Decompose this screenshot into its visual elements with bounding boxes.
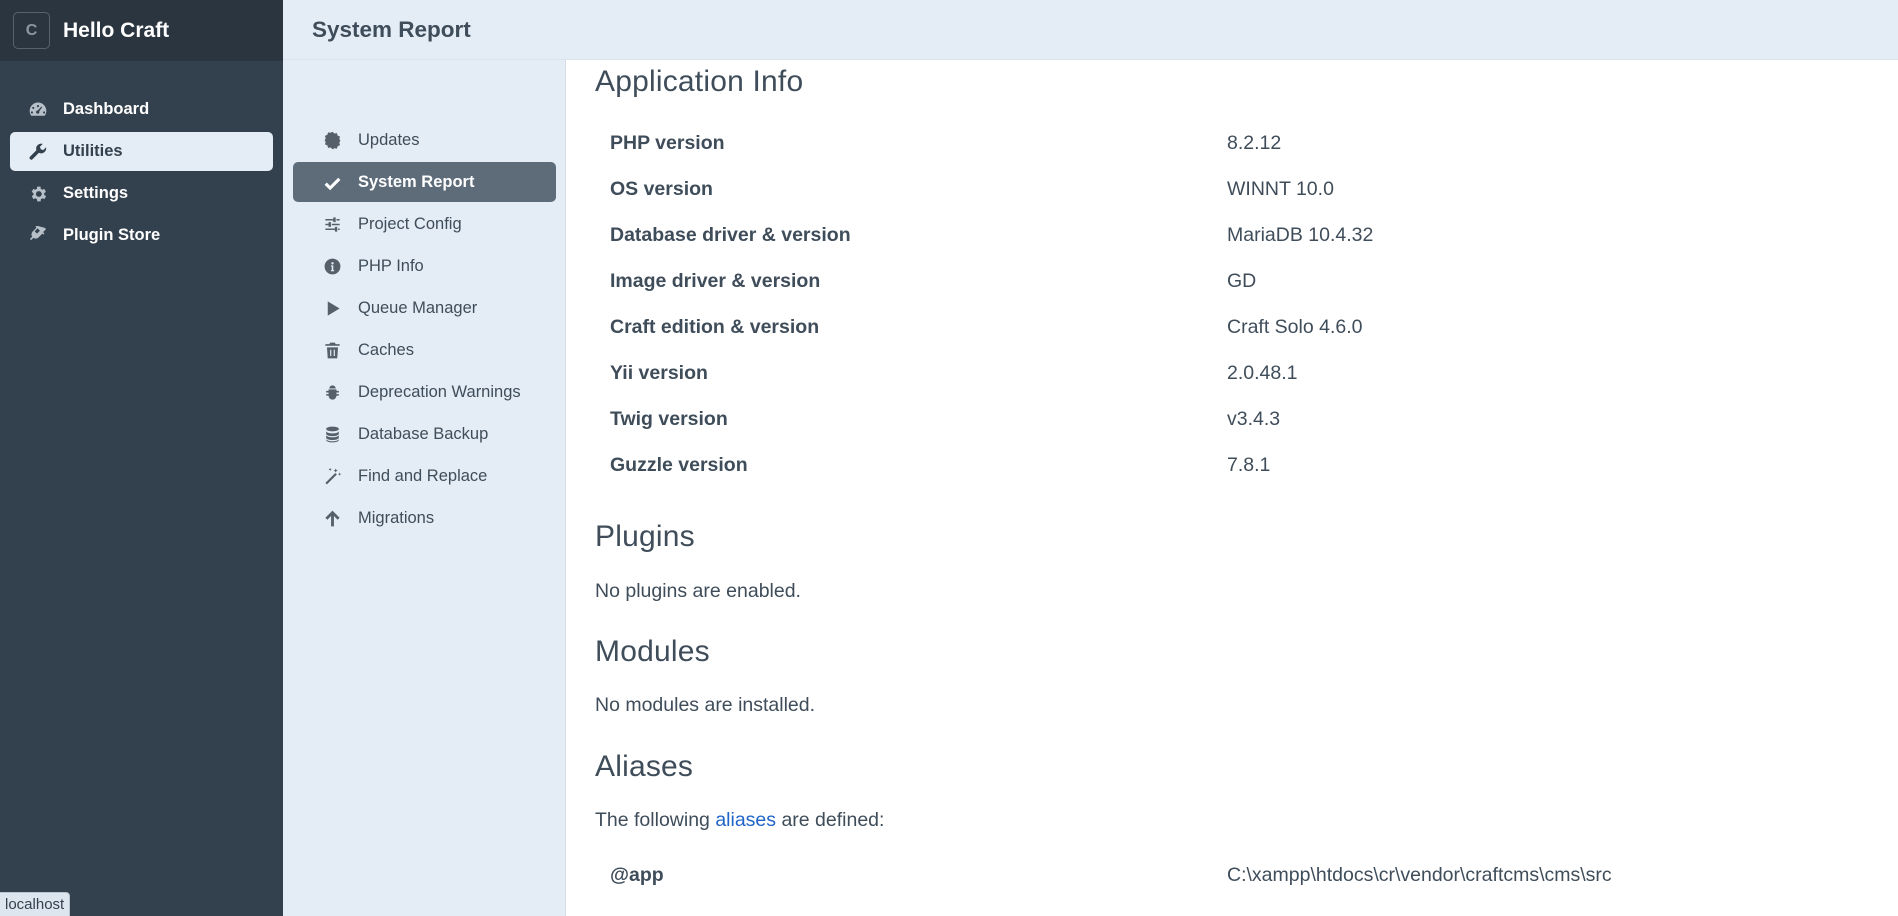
- row-value: 8.2.12: [1227, 131, 1282, 154]
- utility-item-label: Queue Manager: [358, 298, 478, 317]
- section-heading-application-info: Application Info: [595, 65, 804, 98]
- utility-item-project-config[interactable]: Project Config: [293, 204, 556, 244]
- section-heading-plugins: Plugins: [595, 520, 695, 553]
- bug-icon: [321, 381, 343, 403]
- info-icon: [321, 255, 343, 277]
- trash-icon: [321, 339, 343, 361]
- table-row: PHP version 8.2.12: [595, 120, 1857, 166]
- plug-icon: [27, 225, 49, 247]
- row-label: OS version: [610, 177, 713, 200]
- utility-item-label: Updates: [358, 130, 420, 149]
- aliases-link[interactable]: aliases: [715, 809, 776, 831]
- magic-wand-icon: [321, 465, 343, 487]
- aliases-table: @app C:\xampp\htdocs\cr\vendor\craftcms\…: [595, 852, 1857, 898]
- nav-item-label: Plugin Store: [63, 226, 161, 244]
- nav-item-label: Dashboard: [63, 100, 150, 118]
- wrench-icon: [27, 141, 49, 163]
- utility-item-migrations[interactable]: Migrations: [293, 498, 556, 538]
- utility-item-database-backup[interactable]: Database Backup: [293, 414, 556, 454]
- section-heading-modules: Modules: [595, 635, 710, 668]
- utility-item-label: Caches: [358, 340, 414, 359]
- utility-item-updates[interactable]: Updates: [293, 120, 556, 160]
- global-sidebar: C Hello Craft Dashboard Utilities Settin…: [0, 0, 283, 916]
- database-icon: [321, 423, 343, 445]
- application-info-table: PHP version 8.2.12 OS version WINNT 10.0…: [595, 120, 1857, 488]
- page-header: System Report: [283, 0, 1898, 60]
- check-icon: [321, 171, 343, 193]
- utility-item-find-and-replace[interactable]: Find and Replace: [293, 456, 556, 496]
- table-row: Database driver & version MariaDB 10.4.3…: [595, 212, 1857, 258]
- row-value: GD: [1227, 269, 1257, 292]
- gauge-icon: [27, 99, 49, 121]
- row-label: Craft edition & version: [610, 315, 820, 338]
- nav-item-label: Utilities: [63, 142, 123, 160]
- site-icon[interactable]: C: [13, 12, 50, 49]
- nav-item-plugin-store[interactable]: Plugin Store: [10, 216, 273, 255]
- nav-item-utilities[interactable]: Utilities: [10, 132, 273, 171]
- modules-text: No modules are installed.: [595, 694, 816, 716]
- utility-item-caches[interactable]: Caches: [293, 330, 556, 370]
- aliases-intro-after: are defined:: [776, 809, 885, 831]
- table-row: Twig version v3.4.3: [595, 396, 1857, 442]
- utility-item-php-info[interactable]: PHP Info: [293, 246, 556, 286]
- aliases-intro: The following aliases are defined:: [595, 809, 884, 832]
- play-icon: [321, 297, 343, 319]
- row-value: MariaDB 10.4.32: [1227, 223, 1374, 246]
- table-row: @app C:\xampp\htdocs\cr\vendor\craftcms\…: [595, 852, 1857, 898]
- utility-item-label: Find and Replace: [358, 466, 488, 485]
- table-row: OS version WINNT 10.0: [595, 166, 1857, 212]
- page-title: System Report: [312, 16, 471, 42]
- row-label: Twig version: [610, 407, 728, 430]
- row-value: v3.4.3: [1227, 407, 1281, 430]
- site-header: C Hello Craft: [0, 0, 283, 61]
- table-row: Guzzle version 7.8.1: [595, 442, 1857, 488]
- status-bar-url: localhost: [0, 892, 71, 916]
- table-row: Yii version 2.0.48.1: [595, 350, 1857, 396]
- table-row: Image driver & version GD: [595, 258, 1857, 304]
- utility-nav: Updates System Report Project Config PHP…: [283, 60, 565, 916]
- row-label: Image driver & version: [610, 269, 821, 292]
- utility-item-label: Deprecation Warnings: [358, 382, 521, 401]
- row-label: Database driver & version: [610, 223, 851, 246]
- gear-icon: [27, 183, 49, 205]
- content-pane[interactable]: Application Info PHP version 8.2.12 OS v…: [565, 60, 1898, 916]
- global-nav: Dashboard Utilities Settings Plugin Stor…: [0, 61, 283, 255]
- row-value: 2.0.48.1: [1227, 361, 1298, 384]
- row-label: @app: [610, 863, 664, 886]
- row-value: 7.8.1: [1227, 453, 1271, 476]
- nav-item-settings[interactable]: Settings: [10, 174, 273, 213]
- badge-icon: [321, 129, 343, 151]
- utility-item-label: System Report: [358, 172, 475, 191]
- row-label: PHP version: [610, 131, 725, 154]
- aliases-intro-before: The following: [595, 809, 716, 831]
- row-value: Craft Solo 4.6.0: [1227, 315, 1363, 338]
- nav-item-dashboard[interactable]: Dashboard: [10, 90, 273, 129]
- site-name[interactable]: Hello Craft: [63, 19, 169, 43]
- utility-item-queue-manager[interactable]: Queue Manager: [293, 288, 556, 328]
- utility-item-label: Migrations: [358, 508, 435, 527]
- row-label: Guzzle version: [610, 453, 748, 476]
- sliders-icon: [321, 213, 343, 235]
- table-row: Craft edition & version Craft Solo 4.6.0: [595, 304, 1857, 350]
- utility-item-label: PHP Info: [358, 256, 424, 275]
- section-heading-aliases: Aliases: [595, 750, 694, 783]
- utility-item-deprecation-warnings[interactable]: Deprecation Warnings: [293, 372, 556, 412]
- plugins-text: No plugins are enabled.: [595, 580, 801, 602]
- nav-item-label: Settings: [63, 184, 129, 202]
- utility-item-system-report[interactable]: System Report: [293, 162, 556, 202]
- utility-item-label: Project Config: [358, 214, 462, 233]
- row-value: WINNT 10.0: [1227, 177, 1334, 200]
- row-label: Yii version: [610, 361, 708, 384]
- arrow-up-icon: [321, 507, 343, 529]
- row-value: C:\xampp\htdocs\cr\vendor\craftcms\cms\s…: [1227, 863, 1612, 886]
- utility-item-label: Database Backup: [358, 424, 489, 443]
